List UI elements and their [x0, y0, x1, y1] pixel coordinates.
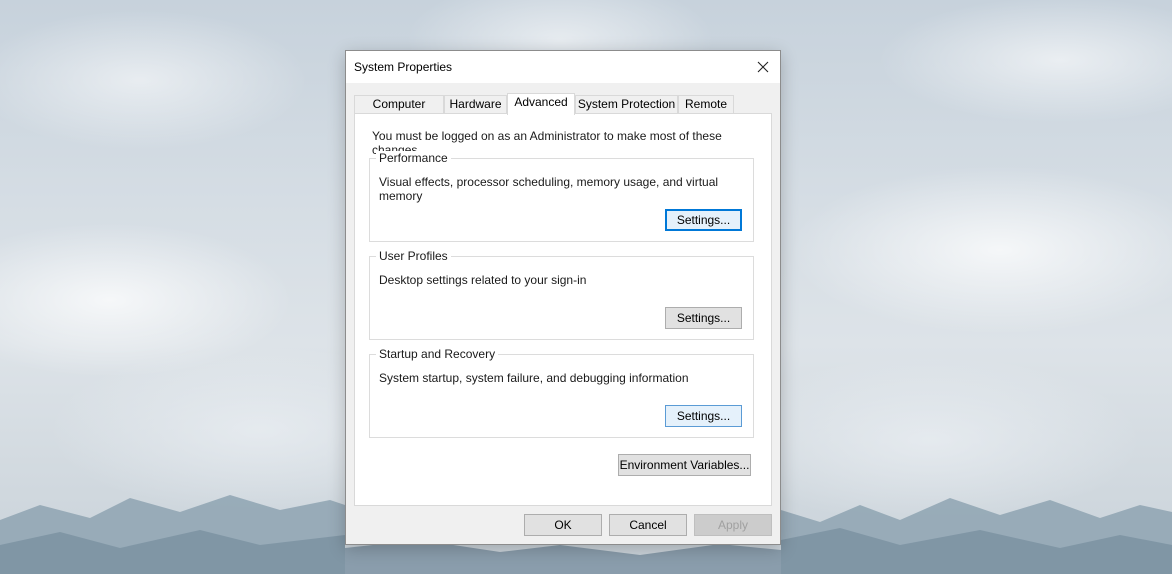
cancel-button[interactable]: Cancel	[609, 514, 687, 536]
user-profiles-group-title: User Profiles	[376, 249, 451, 263]
user-profiles-settings-button[interactable]: Settings...	[665, 307, 742, 329]
startup-recovery-group: Startup and Recovery System startup, sys…	[369, 347, 754, 438]
user-profiles-group-description: Desktop settings related to your sign-in	[379, 273, 587, 287]
performance-settings-button[interactable]: Settings...	[665, 209, 742, 231]
performance-group: Performance Visual effects, processor sc…	[369, 151, 754, 242]
close-button[interactable]	[746, 51, 780, 83]
tab-advanced[interactable]: Advanced	[507, 93, 575, 115]
startup-recovery-group-title: Startup and Recovery	[376, 347, 499, 361]
advanced-tab-panel: You must be logged on as an Administrato…	[354, 113, 772, 506]
performance-group-description: Visual effects, processor scheduling, me…	[379, 175, 719, 203]
apply-button[interactable]: Apply	[694, 514, 772, 536]
close-icon	[757, 61, 769, 73]
ok-button[interactable]: OK	[524, 514, 602, 536]
user-profiles-group: User Profiles Desktop settings related t…	[369, 249, 754, 340]
startup-recovery-settings-button[interactable]: Settings...	[665, 405, 742, 427]
environment-variables-button[interactable]: Environment Variables...	[618, 454, 751, 476]
dialog-title: System Properties	[354, 60, 453, 74]
performance-group-title: Performance	[376, 151, 451, 165]
tab-hardware[interactable]: Hardware	[444, 95, 507, 114]
title-bar[interactable]: System Properties	[346, 51, 780, 83]
tab-system-protection[interactable]: System Protection	[575, 95, 678, 114]
tab-remote[interactable]: Remote	[678, 95, 734, 114]
system-properties-dialog: System Properties Computer Name Hardware…	[345, 50, 781, 545]
tab-computer-name[interactable]: Computer Name	[354, 95, 444, 128]
startup-recovery-group-description: System startup, system failure, and debu…	[379, 371, 689, 385]
